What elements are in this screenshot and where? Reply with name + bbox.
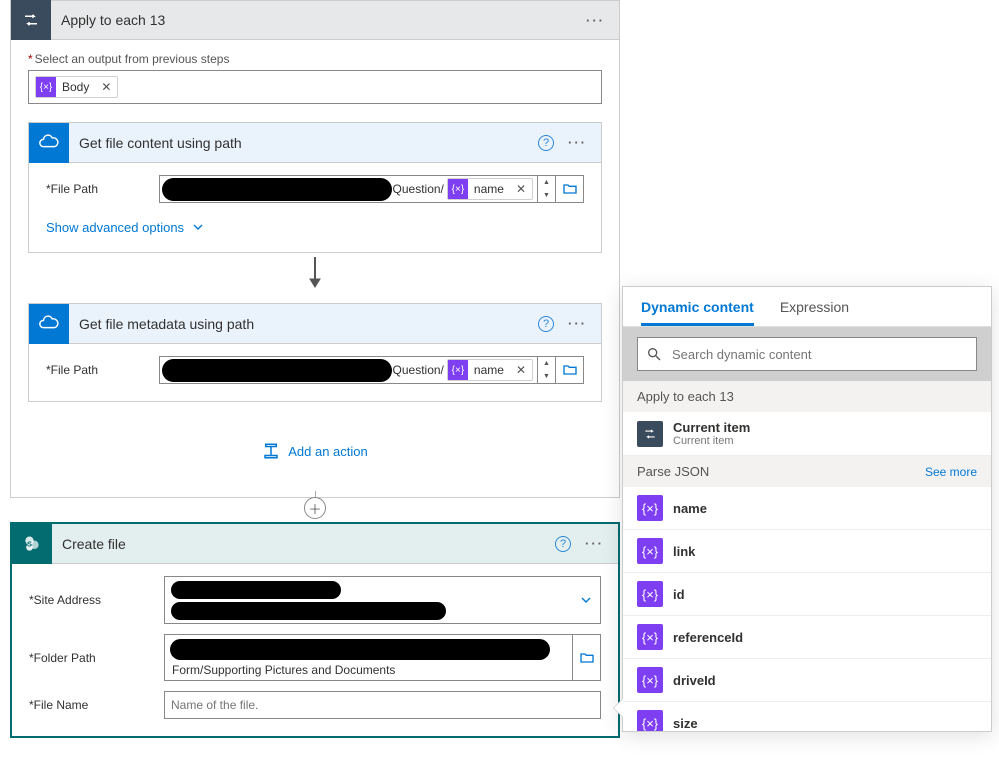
folder-path-label: *Folder Path	[29, 651, 164, 665]
fx-icon: {×}	[637, 624, 663, 650]
select-output-label: *Select an output from previous steps	[28, 52, 602, 66]
svg-text:S: S	[27, 539, 32, 548]
sharepoint-icon: S	[12, 524, 52, 564]
add-action-button[interactable]: Add an action	[28, 402, 602, 480]
folder-picker-icon[interactable]	[555, 357, 583, 383]
help-icon[interactable]: ?	[538, 135, 554, 151]
gfm-title: Get file metadata using path	[69, 316, 524, 332]
dc-item-name[interactable]: {×}name	[623, 487, 991, 530]
folder-path-input[interactable]: Form/Supporting Pictures and Documents	[164, 634, 601, 681]
dc-search-box[interactable]	[637, 337, 977, 371]
fx-icon: {×}	[36, 77, 56, 97]
dc-item-driveid[interactable]: {×}driveId	[623, 659, 991, 702]
fx-icon: {×}	[637, 710, 663, 731]
show-advanced-link[interactable]: Show advanced options	[46, 219, 206, 235]
dc-item-id[interactable]: {×}id	[623, 573, 991, 616]
gfc-more-icon[interactable]: ···	[568, 135, 587, 150]
see-more-link[interactable]: See more	[925, 465, 977, 479]
stepper[interactable]: ▲▼	[537, 357, 555, 383]
gfc-title: Get file content using path	[69, 135, 524, 151]
dropdown-icon[interactable]	[572, 577, 600, 623]
gfm-more-icon[interactable]: ···	[568, 316, 587, 331]
gfc-filepath-input[interactable]: Question/ {×} name ✕ ▲▼	[159, 175, 584, 203]
redacted-folder	[170, 639, 550, 660]
name-token[interactable]: {×} name ✕	[447, 359, 533, 381]
select-output-input[interactable]: {×} Body ✕	[28, 70, 602, 104]
fx-icon: {×}	[448, 179, 468, 199]
onedrive-icon	[29, 304, 69, 344]
remove-token-icon[interactable]: ✕	[510, 363, 532, 377]
tab-expression[interactable]: Expression	[780, 299, 849, 326]
fx-icon: {×}	[637, 538, 663, 564]
fx-icon: {×}	[637, 667, 663, 693]
dc-search-input[interactable]	[670, 346, 968, 363]
dc-item-link[interactable]: {×}link	[623, 530, 991, 573]
site-address-input[interactable]	[164, 576, 601, 624]
gfm-filepath-label: *File Path	[46, 363, 159, 377]
gfm-filepath-input[interactable]: Question/ {×} name ✕ ▲▼	[159, 356, 584, 384]
redacted-path	[162, 178, 392, 201]
redacted-path	[162, 359, 392, 382]
dc-current-title: Current item	[673, 420, 750, 435]
connector-arrow	[28, 253, 602, 293]
redacted-site	[171, 581, 341, 599]
search-icon	[646, 346, 662, 362]
remove-token-icon[interactable]: ✕	[510, 182, 532, 196]
redacted-site	[171, 602, 446, 620]
name-token[interactable]: {×} name ✕	[447, 178, 533, 200]
folder-picker-icon[interactable]	[572, 635, 600, 680]
dc-item-size[interactable]: {×}size	[623, 702, 991, 731]
create-file-header[interactable]: S Create file ? ···	[12, 524, 618, 564]
insert-step-button[interactable]: ＋	[304, 497, 326, 519]
gfc-filepath-label: *File Path	[46, 182, 159, 196]
loop-icon	[11, 0, 51, 40]
tab-dynamic-content[interactable]: Dynamic content	[641, 299, 754, 326]
get-file-content-card: Get file content using path ? ··· *File …	[28, 122, 602, 253]
gfc-header[interactable]: Get file content using path ? ···	[29, 123, 601, 163]
get-file-metadata-card: Get file metadata using path ? ··· *File…	[28, 303, 602, 402]
loop-icon	[637, 421, 663, 447]
fx-icon: {×}	[637, 581, 663, 607]
onedrive-icon	[29, 123, 69, 163]
apply-more-icon[interactable]: ···	[586, 13, 605, 28]
dynamic-content-panel: Dynamic content Expression Apply to each…	[622, 286, 992, 732]
site-address-label: *Site Address	[29, 593, 164, 607]
file-name-label: *File Name	[29, 698, 164, 712]
fx-icon: {×}	[448, 360, 468, 380]
help-icon[interactable]: ?	[538, 316, 554, 332]
apply-title: Apply to each 13	[51, 12, 572, 28]
apply-to-each-header[interactable]: Apply to each 13 ···	[10, 0, 620, 40]
fx-icon: {×}	[637, 495, 663, 521]
remove-token-icon[interactable]: ✕	[95, 80, 117, 94]
body-token[interactable]: {×} Body ✕	[35, 76, 118, 98]
folder-picker-icon[interactable]	[555, 176, 583, 202]
dc-current-sub: Current item	[673, 435, 750, 447]
help-icon[interactable]: ?	[555, 536, 571, 552]
create-file-card: S Create file ? ··· *Site Address	[10, 522, 620, 738]
dc-item-current[interactable]: Current item Current item	[623, 412, 991, 456]
callout-arrow	[614, 699, 623, 717]
dc-section-parse: Parse JSON See more	[623, 456, 991, 487]
dc-item-referenceid[interactable]: {×}referenceId	[623, 616, 991, 659]
file-name-input[interactable]	[164, 691, 601, 719]
dc-section-apply: Apply to each 13	[623, 381, 991, 412]
gfm-header[interactable]: Get file metadata using path ? ···	[29, 304, 601, 344]
create-file-more-icon[interactable]: ···	[585, 536, 604, 551]
create-file-title: Create file	[52, 536, 541, 552]
stepper[interactable]: ▲▼	[537, 176, 555, 202]
